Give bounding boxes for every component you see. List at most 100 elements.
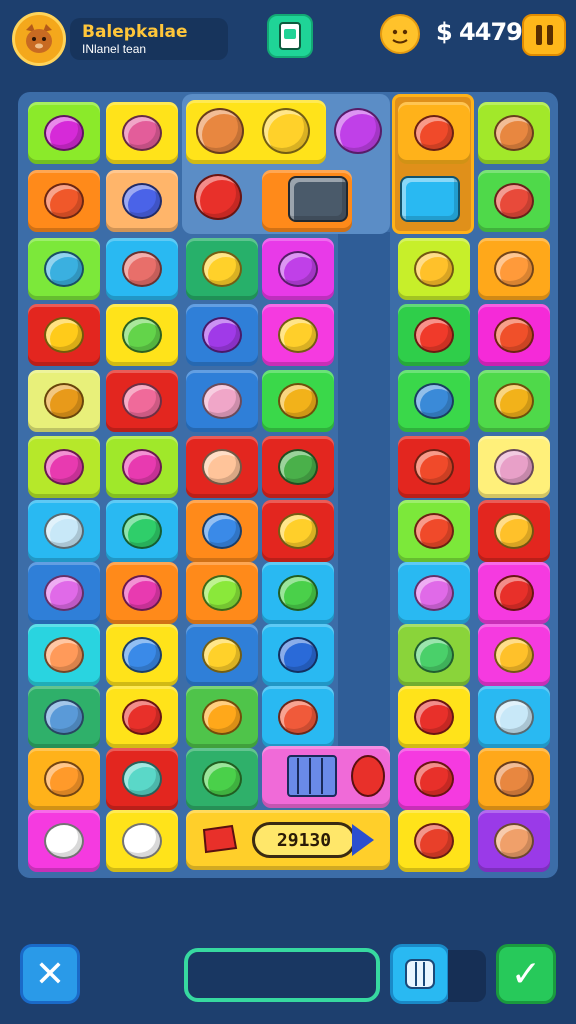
game-tile[interactable] xyxy=(478,810,550,872)
game-tile[interactable] xyxy=(106,238,178,300)
game-tile[interactable] xyxy=(478,562,550,624)
close-button[interactable]: ✕ xyxy=(20,944,80,1004)
bear-icon xyxy=(196,108,244,154)
game-tile[interactable] xyxy=(262,686,334,748)
game-tile[interactable] xyxy=(478,238,550,300)
game-tile[interactable] xyxy=(106,810,178,872)
game-tile[interactable] xyxy=(28,562,100,624)
game-tile[interactable] xyxy=(398,562,470,624)
game-tile[interactable] xyxy=(186,436,258,498)
game-tile[interactable] xyxy=(106,624,178,686)
game-tile[interactable] xyxy=(186,748,258,810)
card-button[interactable] xyxy=(267,14,313,58)
game-tile[interactable] xyxy=(28,304,100,366)
game-tile[interactable] xyxy=(106,500,178,562)
game-tile[interactable] xyxy=(28,624,100,686)
sun-icon xyxy=(194,174,242,220)
checkmark-icon: ✓ xyxy=(510,953,542,995)
game-tile[interactable] xyxy=(398,304,470,366)
game-tile[interactable] xyxy=(398,686,470,748)
score-display: 29130 xyxy=(252,822,356,858)
coin-icon xyxy=(380,14,420,54)
game-tile[interactable] xyxy=(186,500,258,562)
chat-icon xyxy=(278,383,318,419)
game-tile[interactable] xyxy=(186,370,258,432)
game-tile[interactable] xyxy=(478,304,550,366)
turtle-icon xyxy=(202,761,242,797)
game-tile[interactable] xyxy=(28,810,100,872)
game-tile[interactable] xyxy=(186,686,258,748)
frog-icon xyxy=(122,317,162,353)
game-tile[interactable] xyxy=(478,170,550,232)
game-tile[interactable] xyxy=(262,370,334,432)
crayon-icon xyxy=(122,449,162,485)
booster-button[interactable] xyxy=(390,944,450,1004)
game-tile[interactable] xyxy=(106,562,178,624)
game-tile[interactable] xyxy=(398,238,470,300)
game-tile[interactable] xyxy=(262,500,334,562)
game-tile[interactable] xyxy=(106,436,178,498)
game-tile[interactable] xyxy=(106,170,178,232)
balloon-icon xyxy=(334,108,382,154)
game-tile[interactable] xyxy=(28,370,100,432)
game-tile[interactable] xyxy=(262,304,334,366)
game-tile[interactable] xyxy=(478,370,550,432)
marker-icon xyxy=(122,115,162,151)
game-tile[interactable] xyxy=(262,562,334,624)
player-info: Balepkalae INlanel tean xyxy=(70,18,228,60)
blob-icon xyxy=(414,383,454,419)
pin-icon xyxy=(414,513,454,549)
cat-icon xyxy=(494,637,534,673)
game-tile[interactable] xyxy=(106,748,178,810)
game-tile[interactable] xyxy=(186,304,258,366)
face-icon xyxy=(44,637,84,673)
game-tile[interactable] xyxy=(262,624,334,686)
game-tile[interactable] xyxy=(398,810,470,872)
game-tile[interactable] xyxy=(478,686,550,748)
game-tile[interactable] xyxy=(186,562,258,624)
ticket-tile[interactable] xyxy=(262,746,390,808)
game-tile[interactable] xyxy=(106,686,178,748)
game-tile[interactable] xyxy=(478,624,550,686)
camera-icon xyxy=(202,317,242,353)
face-icon xyxy=(44,761,84,797)
game-tile[interactable] xyxy=(478,102,550,164)
game-tile[interactable] xyxy=(478,500,550,562)
play-arrow-icon[interactable] xyxy=(352,824,374,856)
game-tile[interactable] xyxy=(398,436,470,498)
confirm-button[interactable]: ✓ xyxy=(496,944,556,1004)
player-subtitle: INlanel tean xyxy=(82,42,147,56)
game-tile[interactable] xyxy=(186,238,258,300)
seven-icon xyxy=(44,317,84,353)
game-tile[interactable] xyxy=(398,370,470,432)
game-tile[interactable] xyxy=(398,624,470,686)
game-tile[interactable] xyxy=(398,748,470,810)
game-tile[interactable] xyxy=(28,238,100,300)
game-tile[interactable] xyxy=(478,748,550,810)
top-bar: Balepkalae INlanel tean $ 4479 xyxy=(0,0,576,80)
game-tile[interactable] xyxy=(262,238,334,300)
game-tile[interactable] xyxy=(28,500,100,562)
game-tile[interactable] xyxy=(28,686,100,748)
target-icon xyxy=(494,317,534,353)
game-tile[interactable] xyxy=(28,436,100,498)
triangle-icon xyxy=(278,513,318,549)
game-tile[interactable] xyxy=(28,748,100,810)
game-tile[interactable] xyxy=(106,102,178,164)
dice-icon xyxy=(122,575,162,611)
game-tile[interactable] xyxy=(478,436,550,498)
game-tile[interactable] xyxy=(262,436,334,498)
game-tile[interactable] xyxy=(28,170,100,232)
game-tile[interactable] xyxy=(28,102,100,164)
game-tile[interactable] xyxy=(398,102,470,164)
game-tile[interactable] xyxy=(186,624,258,686)
triangle-icon xyxy=(122,513,162,549)
tablet-icon xyxy=(400,176,460,222)
game-tile[interactable] xyxy=(106,370,178,432)
game-tile[interactable] xyxy=(398,500,470,562)
cat-icon xyxy=(414,637,454,673)
player-avatar[interactable] xyxy=(12,12,66,66)
pause-button[interactable] xyxy=(522,14,566,56)
game-tile[interactable] xyxy=(106,304,178,366)
balloon-icon xyxy=(44,183,84,219)
